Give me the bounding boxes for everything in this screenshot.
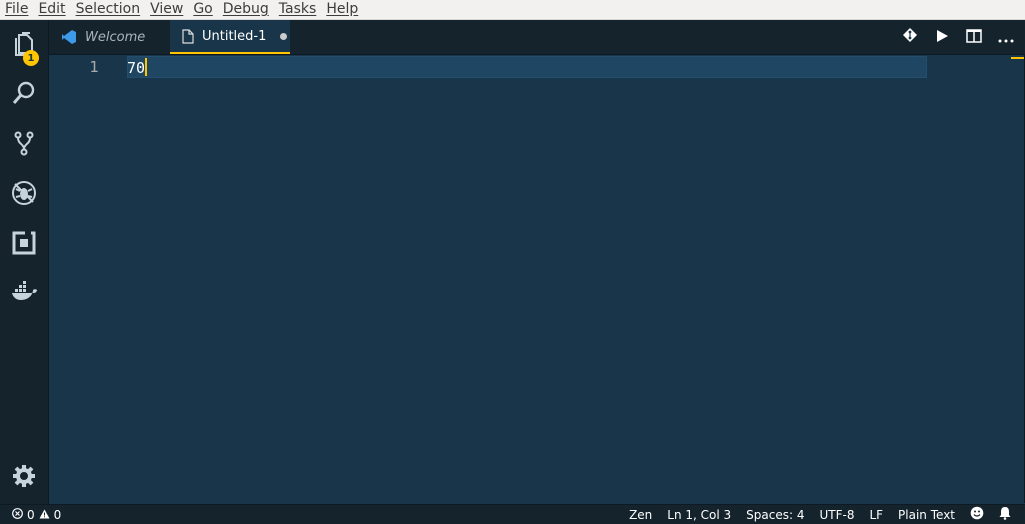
source-control-button[interactable]	[0, 123, 48, 167]
line-number: 1	[89, 58, 99, 76]
menu-tasks[interactable]: Tasks	[274, 0, 322, 19]
run-button[interactable]	[933, 28, 951, 46]
search-icon	[10, 79, 38, 111]
eol-selector[interactable]: LF	[869, 508, 883, 522]
menu-edit[interactable]: Edit	[33, 0, 70, 19]
menu-file[interactable]: File	[0, 0, 33, 19]
bell-icon	[999, 506, 1011, 523]
tab-label: Untitled-1	[202, 28, 267, 44]
current-line-highlight	[127, 56, 927, 78]
error-icon	[12, 507, 23, 522]
menu-go[interactable]: Go	[188, 0, 217, 19]
editor-content[interactable]: 70	[127, 55, 1025, 503]
settings-button[interactable]	[0, 456, 48, 500]
text-cursor	[145, 58, 148, 76]
line-number-gutter: 1	[49, 55, 127, 503]
ellipsis-icon	[998, 28, 1014, 47]
encoding-selector[interactable]: UTF-8	[819, 508, 854, 522]
menu-bar: File Edit Selection View Go Debug Tasks …	[0, 0, 1025, 20]
error-count: 0	[27, 507, 35, 522]
debug-icon	[10, 179, 38, 211]
menu-selection[interactable]: Selection	[71, 0, 146, 19]
status-bar: 0 0 Zen Ln 1, Col 3 Spaces: 4 UTF-8 LF P…	[0, 504, 1025, 524]
cursor-position[interactable]: Ln 1, Col 3	[667, 508, 731, 522]
more-actions-button[interactable]	[997, 28, 1015, 46]
notifications-button[interactable]	[999, 506, 1011, 523]
language-mode-selector[interactable]: Plain Text	[898, 508, 955, 522]
play-icon	[935, 28, 949, 47]
activity-bar: 1	[0, 20, 49, 504]
menu-view[interactable]: View	[145, 0, 188, 19]
overview-ruler-marker	[1011, 57, 1025, 59]
debug-button[interactable]	[0, 173, 48, 217]
zen-mode-button[interactable]: Zen	[629, 508, 652, 522]
extensions-icon	[10, 229, 38, 261]
tab-bar: Welcome Untitled-1	[49, 20, 1025, 55]
smiley-icon	[970, 506, 984, 523]
file-icon	[182, 28, 194, 44]
settings-gear-icon	[10, 462, 38, 494]
open-changes-button[interactable]	[901, 28, 919, 46]
explorer-button[interactable]: 1	[0, 24, 48, 68]
git-compare-icon	[902, 27, 918, 47]
docker-icon	[10, 279, 38, 311]
explorer-badge: 1	[23, 50, 39, 66]
extensions-button[interactable]	[0, 223, 48, 267]
feedback-button[interactable]	[970, 506, 984, 523]
warning-count: 0	[53, 507, 62, 522]
warning-icon	[39, 508, 50, 522]
docker-button[interactable]	[0, 273, 48, 317]
problems-indicator[interactable]: 0 0	[12, 508, 61, 522]
tab-untitled-1[interactable]: Untitled-1	[170, 20, 290, 54]
search-button[interactable]	[0, 73, 48, 117]
split-editor-button[interactable]	[965, 28, 983, 46]
tab-label: Welcome	[85, 29, 146, 45]
menu-help[interactable]: Help	[321, 0, 363, 19]
source-control-icon	[10, 129, 38, 161]
code-line[interactable]: 70	[127, 58, 148, 77]
menu-debug[interactable]: Debug	[218, 0, 274, 19]
indentation-selector[interactable]: Spaces: 4	[746, 508, 804, 522]
code-text: 70	[127, 59, 146, 77]
unsaved-indicator[interactable]	[280, 32, 288, 40]
vscode-icon	[61, 29, 77, 45]
split-editor-icon	[966, 28, 982, 47]
tab-welcome[interactable]: Welcome	[49, 20, 181, 54]
editor-actions	[901, 20, 1015, 54]
